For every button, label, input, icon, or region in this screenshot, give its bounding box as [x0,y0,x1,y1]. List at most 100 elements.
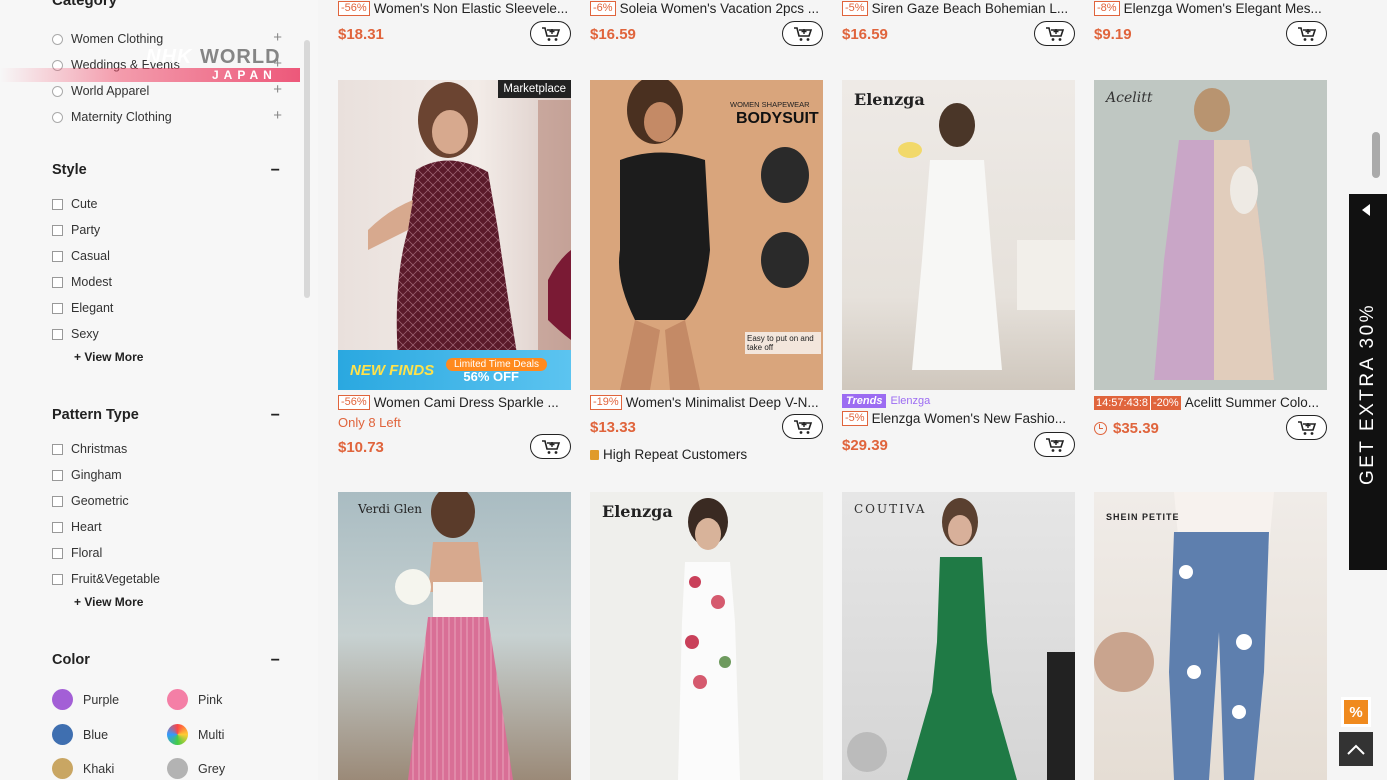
product-card[interactable]: Acelitt 14:57:43:8 -20% Acelitt Summer Col… [1094,80,1327,470]
radio-icon[interactable] [52,111,63,123]
checkbox-icon[interactable] [52,547,63,559]
color-option-purple[interactable]: Purple [52,689,119,710]
product-card[interactable]: COUTIVA [842,492,1075,780]
product-title-text[interactable]: Women's Non Elastic Sleevele... [374,1,568,16]
style-option[interactable]: Casual [52,247,110,265]
product-card[interactable]: Elenzga [590,492,823,780]
add-to-cart-button[interactable] [1286,415,1327,440]
product-title-text[interactable]: Acelitt Summer Colo... [1185,395,1319,410]
product-image[interactable]: Acelitt [1094,80,1327,390]
checkbox-icon[interactable] [52,443,63,455]
product-title[interactable]: -56% Women's Non Elastic Sleevele... [338,1,571,16]
color-option-khaki[interactable]: Khaki [52,758,114,779]
add-to-cart-button[interactable] [530,434,571,459]
swatch-blue[interactable] [52,724,73,745]
add-to-cart-button[interactable] [1034,21,1075,46]
pattern-option[interactable]: Gingham [52,466,122,484]
expand-plus-icon[interactable]: + [273,107,282,124]
swatch-purple[interactable] [52,689,73,710]
add-to-cart-button[interactable] [530,21,571,46]
pattern-section-title[interactable]: Pattern Type − [52,407,280,425]
product-card[interactable]: -8% Elenzga Women's Elegant Mes... $9.19 [1094,0,1327,50]
product-title-text[interactable]: Elenzga Women's New Fashio... [872,411,1066,426]
product-image[interactable]: WOMEN SHAPEWEAR BODYSUIT Easy to put on … [590,80,823,390]
product-card[interactable]: -6% Soleia Women's Vacation 2pcs ... $16.… [590,0,823,50]
product-title-text[interactable]: Siren Gaze Beach Bohemian L... [872,1,1069,16]
style-option[interactable]: Party [52,221,100,239]
caret-left-icon[interactable] [1362,204,1370,216]
checkbox-icon[interactable] [52,521,63,533]
color-option-blue[interactable]: Blue [52,724,108,745]
product-image[interactable]: COUTIVA [842,492,1075,780]
category-women-clothing[interactable]: Women Clothing + [52,29,282,49]
swatch-grey[interactable] [167,758,188,779]
trends-store[interactable]: Elenzga [890,395,930,407]
swatch-pink[interactable] [167,689,188,710]
radio-icon[interactable] [52,59,63,71]
collapse-minus-icon[interactable]: − [271,162,280,180]
style-option[interactable]: Elegant [52,299,113,317]
product-card[interactable]: Elenzga Trends Elenzga -5% Elenzga Women's… [842,80,1075,470]
checkbox-icon[interactable] [52,495,63,507]
add-to-cart-button[interactable] [1286,21,1327,46]
product-title-text[interactable]: Women's Minimalist Deep V-N... [626,395,819,410]
product-card[interactable]: -5% Siren Gaze Beach Bohemian L... $16.59 [842,0,1075,50]
pattern-view-more-link[interactable]: + View More [74,595,143,609]
add-to-cart-button[interactable] [782,414,823,439]
product-title[interactable]: -5% Elenzga Women's New Fashio... [842,411,1075,426]
trends-tag[interactable]: Trends Elenzga [842,394,930,408]
checkbox-icon[interactable] [52,469,63,481]
product-title[interactable]: 14:57:43:8 -20% Acelitt Summer Colo... [1094,395,1327,410]
back-to-top-button[interactable] [1339,732,1373,766]
product-title[interactable]: -19% Women's Minimalist Deep V-N... [590,395,823,410]
checkbox-icon[interactable] [52,198,63,210]
checkbox-icon[interactable] [52,250,63,262]
product-title[interactable]: -6% Soleia Women's Vacation 2pcs ... [590,1,823,16]
radio-icon[interactable] [52,33,63,45]
radio-icon[interactable] [52,85,63,97]
category-weddings-events[interactable]: Weddings & Events + [52,55,282,75]
pattern-option[interactable]: Heart [52,518,102,536]
collapse-minus-icon[interactable]: − [271,652,280,670]
pattern-option[interactable]: Christmas [52,440,127,458]
checkbox-icon[interactable] [52,573,63,585]
style-option[interactable]: Modest [52,273,112,291]
style-option[interactable]: Cute [52,195,97,213]
checkbox-icon[interactable] [52,328,63,340]
pattern-option[interactable]: Floral [52,544,102,562]
product-image[interactable]: Elenzga [590,492,823,780]
color-section-title[interactable]: Color − [52,652,280,670]
expand-plus-icon[interactable]: + [273,29,282,46]
add-to-cart-button[interactable] [1034,432,1075,457]
product-title[interactable]: -5% Siren Gaze Beach Bohemian L... [842,1,1075,16]
color-option-grey[interactable]: Grey [167,758,225,779]
color-option-pink[interactable]: Pink [167,689,222,710]
checkbox-icon[interactable] [52,276,63,288]
product-title-text[interactable]: Elenzga Women's Elegant Mes... [1124,1,1322,16]
pattern-option[interactable]: Geometric [52,492,129,510]
swatch-khaki[interactable] [52,758,73,779]
style-view-more-link[interactable]: + View More [74,350,143,364]
expand-plus-icon[interactable]: + [273,55,282,72]
product-card[interactable]: WOMEN SHAPEWEAR BODYSUIT Easy to put on … [590,80,823,470]
expand-plus-icon[interactable]: + [273,81,282,98]
style-option[interactable]: Sexy [52,325,99,343]
category-maternity-clothing[interactable]: Maternity Clothing + [52,107,282,127]
coupon-button[interactable]: % [1341,697,1371,727]
product-card[interactable]: SHEIN PETITE [1094,492,1327,780]
checkbox-icon[interactable] [52,224,63,236]
swatch-multi[interactable] [167,724,188,745]
product-title-text[interactable]: Soleia Women's Vacation 2pcs ... [620,1,819,16]
category-world-apparel[interactable]: World Apparel + [52,81,282,101]
add-to-cart-button[interactable] [782,21,823,46]
product-card[interactable]: Verdi Glen [338,492,571,780]
checkbox-icon[interactable] [52,302,63,314]
sidebar-scrollbar[interactable] [304,40,310,298]
product-image[interactable]: Verdi Glen [338,492,571,780]
product-title[interactable]: -8% Elenzga Women's Elegant Mes... [1094,1,1327,16]
color-option-multi[interactable]: Multi [167,724,224,745]
product-card[interactable]: Marketplace NEW FINDS Limited Time Deals… [338,80,571,470]
product-image[interactable]: SHEIN PETITE [1094,492,1327,780]
collapse-minus-icon[interactable]: − [271,407,280,425]
product-image[interactable]: Marketplace NEW FINDS Limited Time Deals… [338,80,571,390]
